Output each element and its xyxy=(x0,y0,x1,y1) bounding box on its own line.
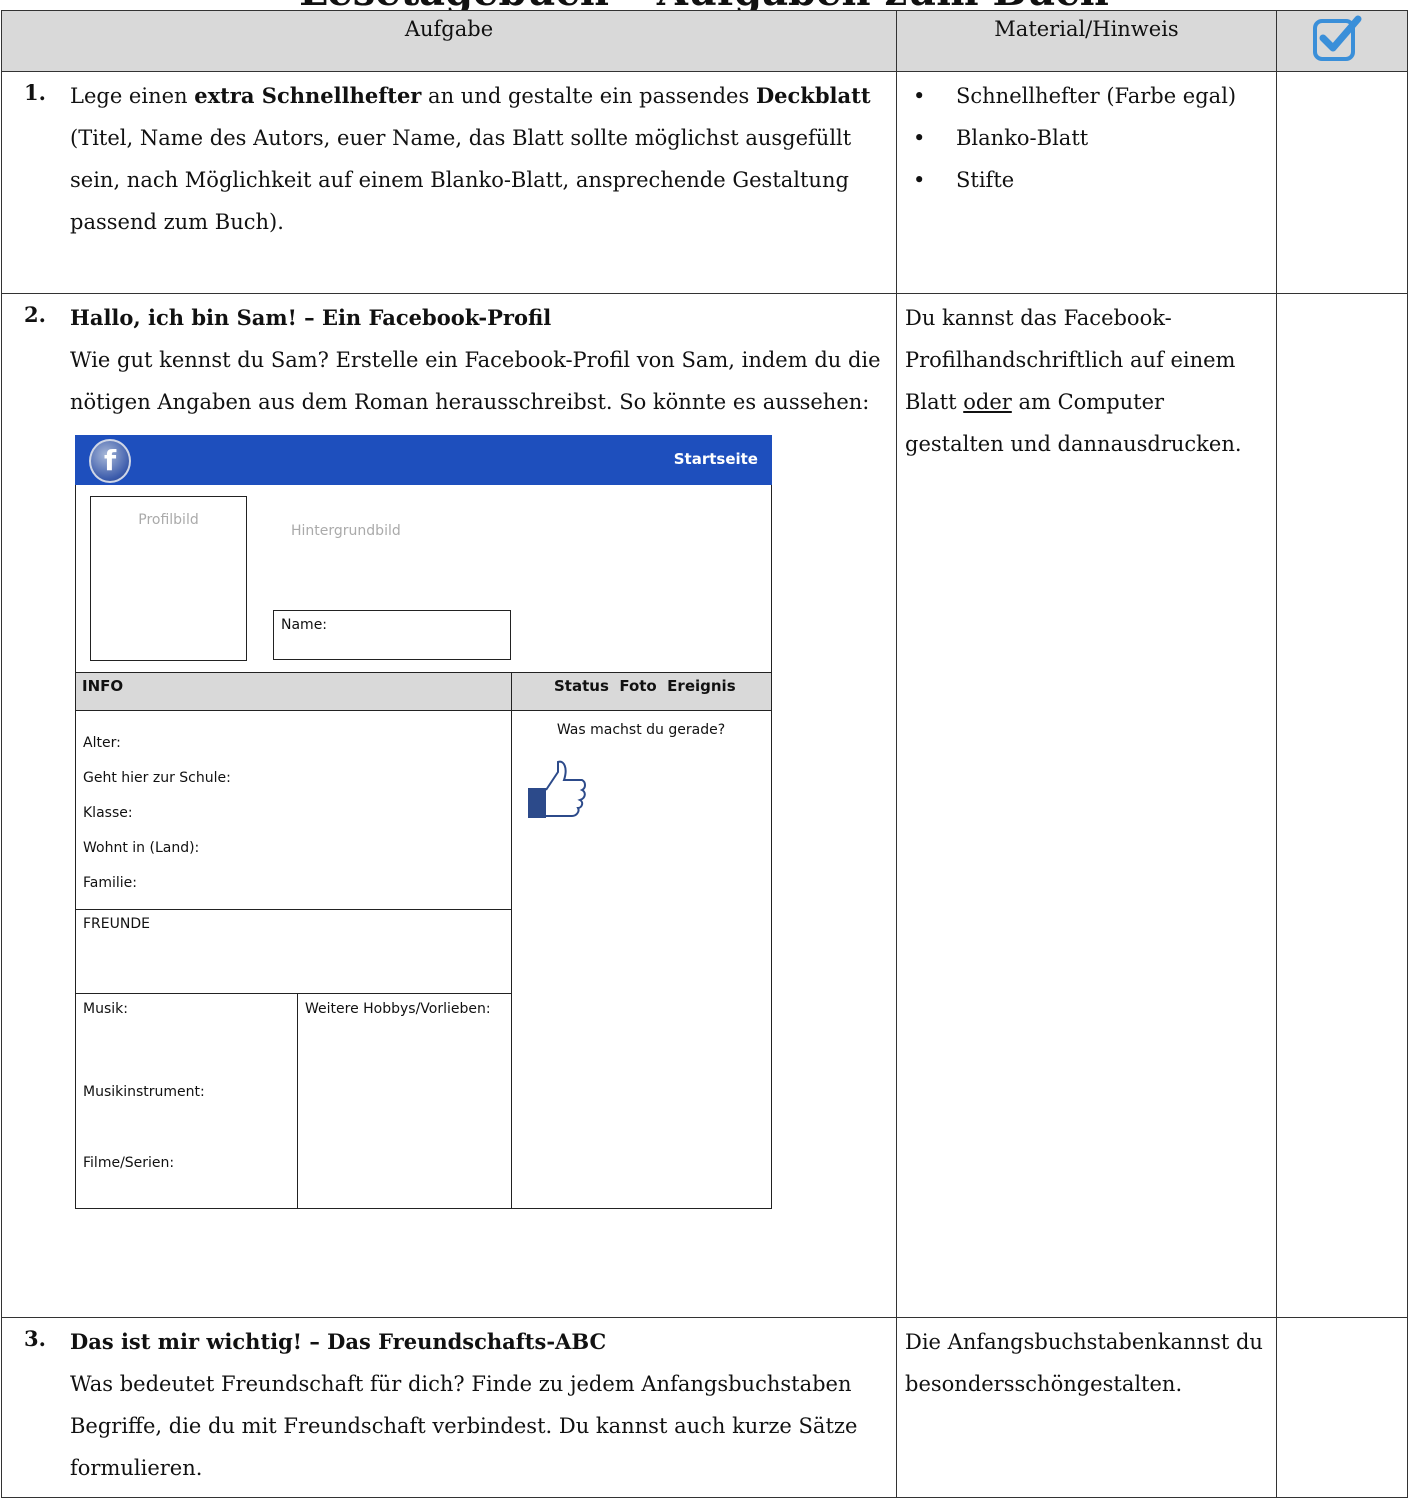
info-field-label: Familie: xyxy=(83,875,137,891)
fb-info-heading: INFO xyxy=(75,672,513,711)
table-header-row: Aufgabe Material/Hinweis xyxy=(1,10,1408,72)
task-3-title: Das ist mir wichtig! – Das Freundschafts… xyxy=(70,1329,607,1354)
fb-hobbies-label: Weitere Hobbys/Vorlieben: xyxy=(305,1001,491,1017)
page-title: Lesetagebuch – Aufgaben zum Buch xyxy=(0,0,1408,10)
task-1-text: Lege einen extra Schnellhefter an und ge… xyxy=(70,83,871,234)
task-2-title: Hallo, ich bin Sam! – Ein Facebook-Profi… xyxy=(70,305,552,330)
fb-status-tabs: Status Foto Ereignis xyxy=(511,672,772,711)
fb-profile-picture: Profilbild xyxy=(90,496,247,661)
task-table: Aufgabe Material/Hinweis 1. Lege einen e… xyxy=(1,10,1408,1498)
header-material: Material/Hinweis xyxy=(896,10,1277,72)
task-number: 2. xyxy=(24,302,46,327)
task-3-cell: 3. Das ist mir wichtig! – Das Freundscha… xyxy=(1,1317,897,1498)
list-item: Blanko-Blatt xyxy=(905,117,1268,159)
info-field-label: Klasse: xyxy=(83,805,133,821)
task-3-text: Was bedeutet Freundschaft für dich? Find… xyxy=(70,1372,858,1480)
task-1-materials: Schnellhefter (Farbe egal) Blanko-Blatt … xyxy=(896,71,1277,294)
table-row: 2. Hallo, ich bin Sam! – Ein Facebook-Pr… xyxy=(1,293,1408,1318)
thumbs-up-icon xyxy=(528,760,586,818)
task-number: 1. xyxy=(24,80,46,105)
task-2-hint: Du kannst das Facebook-Profilhandschrift… xyxy=(896,293,1277,1318)
fb-music-label: Musik: xyxy=(83,1001,128,1017)
fb-status-prompt: Was machst du gerade? xyxy=(556,722,726,738)
checkbox-checked-icon xyxy=(1313,15,1362,61)
fb-startseite-link: Startseite xyxy=(673,450,758,468)
task-3-hint: Die Anfangsbuchstabenkannst du besonders… xyxy=(896,1317,1277,1498)
fb-movies-label: Filme/Serien: xyxy=(83,1155,175,1171)
fb-frame: Profilbild Hintergrundbild Name: INFO St… xyxy=(75,485,772,1209)
table-row: 1. Lege einen extra Schnellhefter an und… xyxy=(1,71,1408,294)
task-number: 3. xyxy=(24,1326,46,1351)
fb-name-field: Name: xyxy=(273,610,511,660)
info-field-label: Alter: xyxy=(83,735,121,751)
list-item: Stifte xyxy=(905,159,1268,201)
fb-friends-heading: FREUNDE xyxy=(83,916,150,932)
list-item: Schnellhefter (Farbe egal) xyxy=(905,75,1268,117)
fb-instrument-label: Musikinstrument: xyxy=(83,1084,205,1100)
task-3-check-cell[interactable] xyxy=(1276,1317,1408,1498)
facebook-profile-template: f Startseite Profilbild Hintergrundbild … xyxy=(75,435,772,1210)
facebook-logo-icon: f xyxy=(89,439,131,483)
info-field-label: Geht hier zur Schule: xyxy=(83,770,231,786)
table-row: 3. Das ist mir wichtig! – Das Freundscha… xyxy=(1,1317,1408,1498)
page-title-strip: Lesetagebuch – Aufgaben zum Buch xyxy=(0,0,1408,10)
task-2-text: Wie gut kennst du Sam? Erstelle ein Face… xyxy=(70,348,881,414)
task-2-check-cell[interactable] xyxy=(1276,293,1408,1318)
task-1-check-cell[interactable] xyxy=(1276,71,1408,294)
fb-header-bar: f Startseite xyxy=(75,435,772,485)
info-field-label: Wohnt in (Land): xyxy=(83,840,200,856)
header-task: Aufgabe xyxy=(1,10,897,72)
task-2-cell: 2. Hallo, ich bin Sam! – Ein Facebook-Pr… xyxy=(1,293,897,1318)
task-1-cell: 1. Lege einen extra Schnellhefter an und… xyxy=(1,71,897,294)
fb-background-label: Hintergrundbild xyxy=(291,523,401,539)
